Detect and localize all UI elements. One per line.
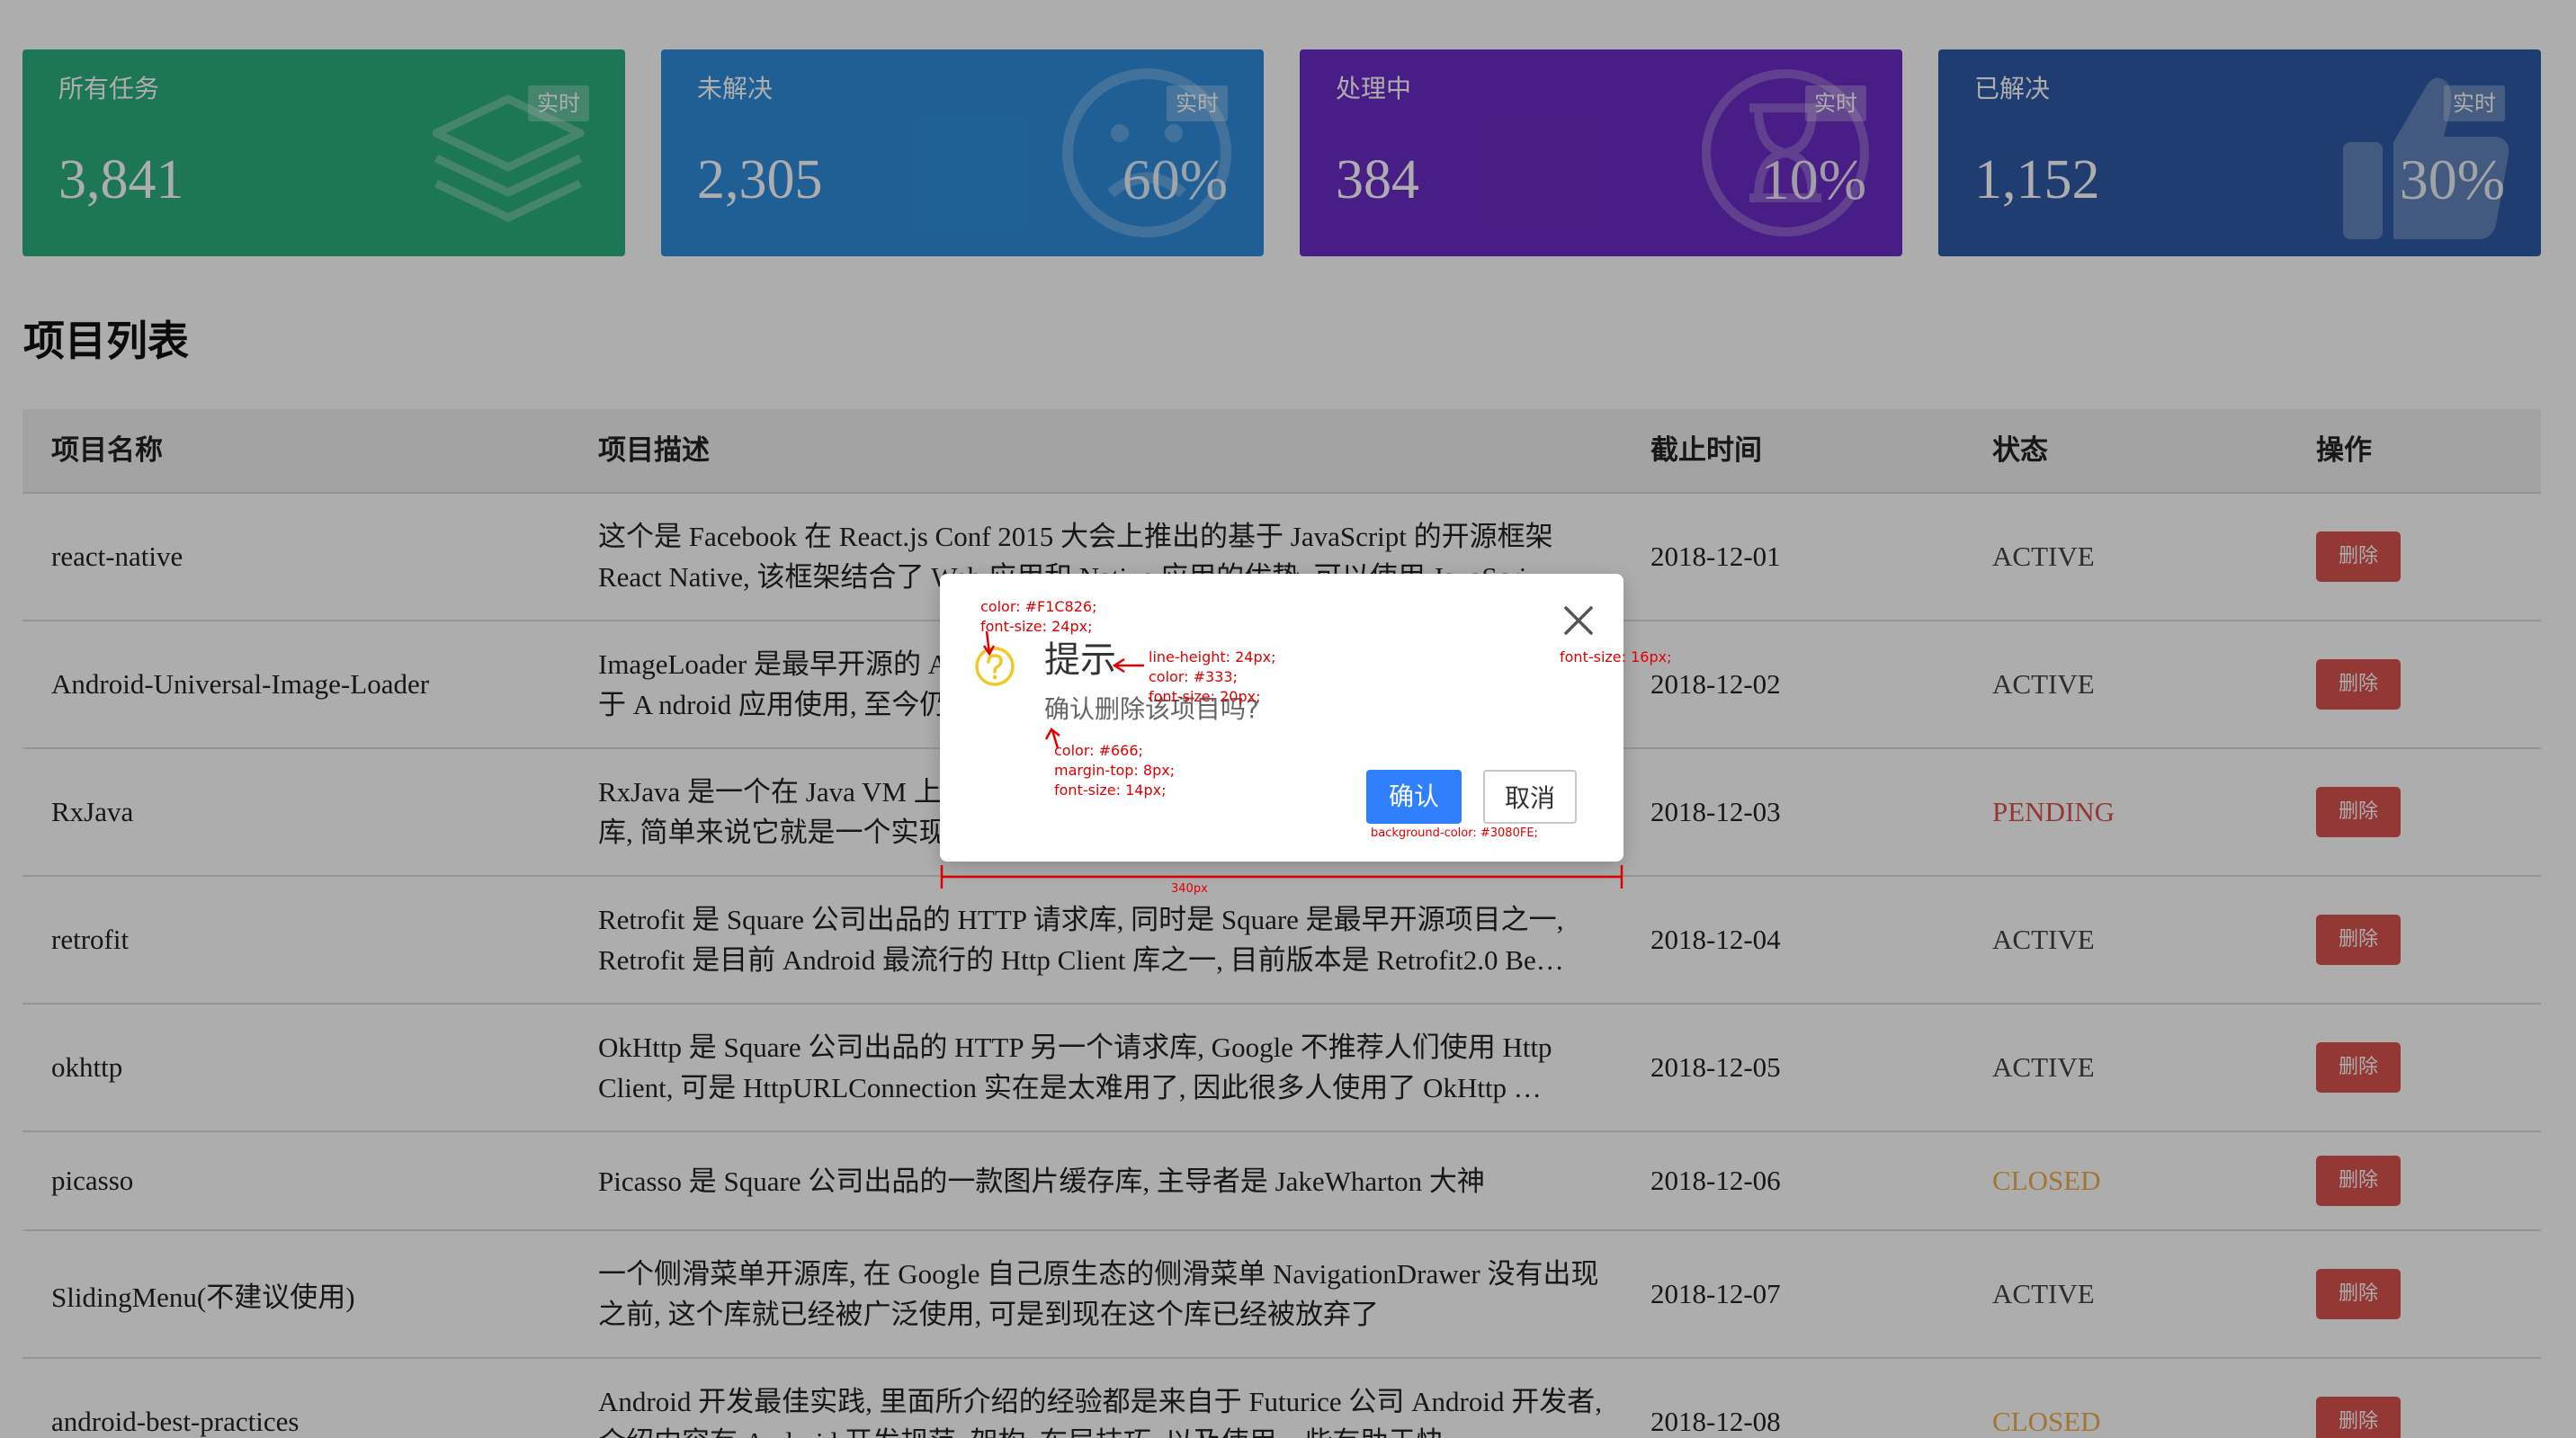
dialog-title: 提示 [1044,639,1116,681]
cancel-button[interactable]: 取消 [1483,770,1577,824]
title-spec-annotation: line-height: 24px; color: #333; font-siz… [1149,648,1276,705]
close-icon[interactable] [1559,601,1598,640]
icon-spec-annotation: color: #F1C826; font-size: 24px; [980,598,1097,635]
question-circle-icon [975,647,1015,686]
width-spec-annotation: 340px [1171,882,1208,896]
close-spec-annotation: font-size: 16px; [1560,648,1672,665]
confirm-button[interactable]: 确认 [1366,770,1462,824]
message-spec-annotation: color: #666; margin-top: 8px; font-size:… [1054,742,1176,799]
page: 所有任务 3,841 实时 未解决 2,305 实时 60% 处理中 384 实… [0,0,2576,1438]
confirm-spec-annotation: background-color: #3080FE; [1371,826,1538,840]
